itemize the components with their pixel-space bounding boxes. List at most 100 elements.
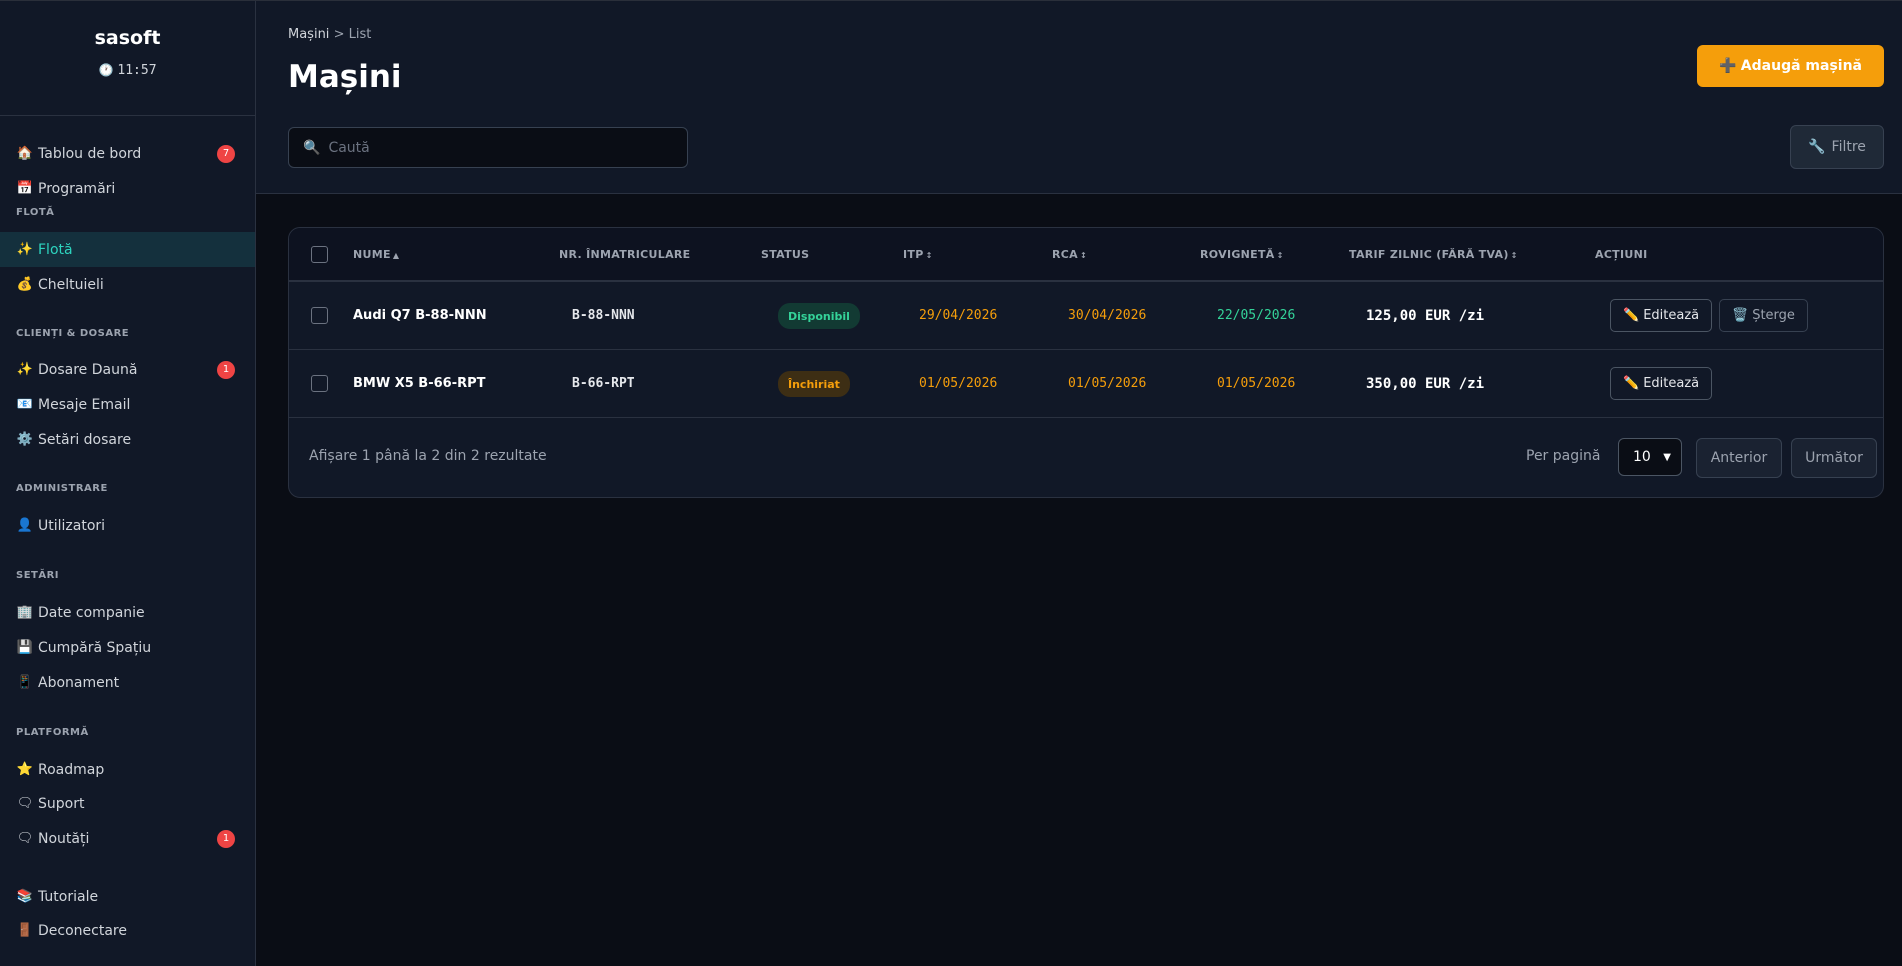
search-box: 🔍 — [288, 127, 688, 168]
sidebar-item-subscription[interactable]: 📱 Abonament — [0, 665, 255, 700]
sidebar-item-label: Utilizatori — [38, 517, 106, 534]
calendar-icon: 📅 — [16, 181, 34, 196]
table-row: Audi Q7 B-88-NNN B-88-NNN Disponibil 29/… — [289, 282, 1883, 350]
floppy-disk-icon: 💾 — [16, 640, 34, 655]
door-icon: 🚪 — [16, 923, 34, 938]
sidebar-item-label: Setări dosare — [38, 431, 132, 448]
search-input[interactable] — [328, 139, 669, 156]
column-itp[interactable]: ITP ↕ — [903, 248, 933, 261]
edit-label: Editează — [1643, 376, 1700, 391]
sidebar-item-label: Tutoriale — [38, 888, 99, 905]
filters-label: Filtre — [1831, 139, 1866, 155]
sort-icon: ↕ — [1276, 251, 1284, 260]
sidebar-item-tutorials[interactable]: 📚 Tutoriale — [0, 879, 255, 914]
star-icon: ⭐ — [16, 762, 34, 777]
column-rovigneta[interactable]: ROVIGNETĂ ↕ — [1200, 248, 1284, 261]
sidebar-item-users[interactable]: 👤 Utilizatori — [0, 508, 255, 543]
edit-button[interactable]: ✏️ Editează — [1610, 367, 1713, 400]
clock-icon: 🕐 — [98, 63, 114, 77]
money-bag-icon: 💰 — [16, 277, 34, 292]
sidebar-item-company[interactable]: 🏢 Date companie — [0, 595, 255, 630]
sidebar-item-label: Suport — [38, 795, 85, 812]
sidebar-item-appointments[interactable]: 📅 Programări — [0, 171, 255, 206]
breadcrumb-root[interactable]: Mașini — [288, 27, 329, 42]
select-all-checkbox[interactable] — [311, 246, 328, 263]
rovigneta-date: 22/05/2026 — [1217, 308, 1296, 323]
sidebar: sasoft 🕐 11:57 🏠 Tablou de bord 7 📅 Progr… — [0, 1, 256, 966]
books-icon: 📚 — [16, 889, 34, 904]
notification-badge: 1 — [217, 360, 235, 379]
brand-name: sasoft — [94, 27, 161, 49]
status-badge: Închiriat — [778, 371, 850, 397]
sidebar-item-fleet[interactable]: ✨ Flotă — [0, 232, 255, 267]
chevron-down-icon: ▼ — [1663, 451, 1671, 463]
per-page-label: Per pagină — [1526, 448, 1601, 464]
sidebar-item-roadmap[interactable]: ⭐ Roadmap — [0, 752, 255, 787]
car-plate: B-88-NNN — [572, 308, 635, 323]
breadcrumb: Mașini > List — [288, 27, 371, 42]
sidebar-item-label: Date companie — [38, 604, 145, 621]
sparkles-icon: ✨ — [16, 242, 34, 257]
sidebar-item-label: Flotă — [38, 241, 73, 258]
sidebar-item-label: Tablou de bord — [38, 145, 142, 162]
phone-icon: 📱 — [16, 675, 34, 690]
user-icon: 👤 — [16, 518, 34, 533]
sidebar-item-expenses[interactable]: 💰 Cheltuieli — [0, 267, 255, 302]
sidebar-item-label: Roadmap — [38, 761, 105, 778]
section-platform: PLATFORMĂ — [16, 727, 89, 738]
itp-date: 29/04/2026 — [919, 308, 998, 323]
sidebar-item-file-settings[interactable]: ⚙️ Setări dosare — [0, 422, 255, 457]
car-name[interactable]: Audi Q7 B-88-NNN — [353, 308, 487, 323]
search-icon: 🔍 — [303, 139, 321, 156]
per-page-value: 10 — [1633, 449, 1651, 465]
sidebar-item-label: Dosare Daună — [38, 361, 138, 378]
previous-button[interactable]: Anterior — [1696, 438, 1782, 478]
chat-icon: 🗨 — [16, 831, 34, 846]
sidebar-item-news[interactable]: 🗨 Noutăți 1 — [0, 821, 255, 856]
pencil-icon: ✏️ — [1623, 376, 1640, 391]
row-checkbox[interactable] — [311, 375, 328, 392]
car-plate: B-66-RPT — [572, 376, 635, 391]
sidebar-item-label: Cumpără Spațiu — [38, 639, 152, 656]
filters-button[interactable]: 🔧 Filtre — [1790, 125, 1884, 169]
sidebar-item-support[interactable]: 🗨 Suport — [0, 786, 255, 821]
section-clients: CLIENȚI & DOSARE — [16, 328, 130, 339]
edit-button[interactable]: ✏️ Editează — [1610, 299, 1713, 332]
column-daily-rate[interactable]: TARIF ZILNIC (FĂRĂ TVA) ↕ — [1349, 248, 1518, 261]
sidebar-item-buy-space[interactable]: 💾 Cumpără Spațiu — [0, 630, 255, 665]
table-row: BMW X5 B-66-RPT B-66-RPT Închiriat 01/05… — [289, 350, 1883, 418]
results-summary: Afișare 1 până la 2 din 2 rezultate — [309, 448, 547, 464]
row-checkbox[interactable] — [311, 307, 328, 324]
sidebar-item-damage-files[interactable]: ✨ Dosare Daună 1 — [0, 352, 255, 387]
sidebar-item-logout[interactable]: 🚪 Deconectare — [0, 913, 255, 948]
breadcrumb-separator: > — [333, 27, 345, 42]
sidebar-item-label: Mesaje Email — [38, 396, 131, 413]
brand: sasoft 🕐 11:57 — [0, 1, 255, 116]
column-status: STATUS — [761, 248, 810, 261]
edit-label: Editează — [1643, 308, 1700, 323]
main-content: Mașini > List Mașini ➕ Adaugă mașină 🔍 🔧… — [256, 1, 1902, 966]
column-name[interactable]: NUME ▲ — [353, 248, 399, 261]
building-icon: 🏢 — [16, 605, 34, 620]
wrench-icon: 🔧 — [1808, 139, 1826, 155]
next-button[interactable]: Următor — [1791, 438, 1877, 478]
chat-icon: 🗨 — [16, 796, 34, 811]
add-car-button[interactable]: ➕ Adaugă mașină — [1697, 45, 1884, 87]
sort-icon: ↕ — [1079, 251, 1087, 260]
rca-date: 01/05/2026 — [1068, 376, 1147, 391]
sort-icon: ↕ — [1510, 251, 1518, 260]
sparkles-icon: ✨ — [16, 362, 34, 377]
sidebar-item-emails[interactable]: 📧 Mesaje Email — [0, 387, 255, 422]
notification-badge: 7 — [217, 144, 235, 163]
car-name[interactable]: BMW X5 B-66-RPT — [353, 376, 486, 391]
cars-table: NUME ▲ NR. ÎNMATRICULARE STATUS ITP ↕ RCA ↕… — [288, 227, 1884, 498]
column-rca[interactable]: RCA ↕ — [1052, 248, 1087, 261]
sort-icon: ↕ — [925, 251, 933, 260]
delete-button[interactable]: 🗑️ Șterge — [1719, 299, 1808, 332]
sidebar-item-dashboard[interactable]: 🏠 Tablou de bord 7 — [0, 136, 255, 171]
status-badge: Disponibil — [778, 303, 860, 329]
sidebar-item-label: Abonament — [38, 674, 120, 691]
delete-label: Șterge — [1752, 308, 1795, 323]
clock: 🕐 11:57 — [0, 63, 255, 78]
per-page-select[interactable]: 10 ▼ — [1618, 438, 1682, 476]
